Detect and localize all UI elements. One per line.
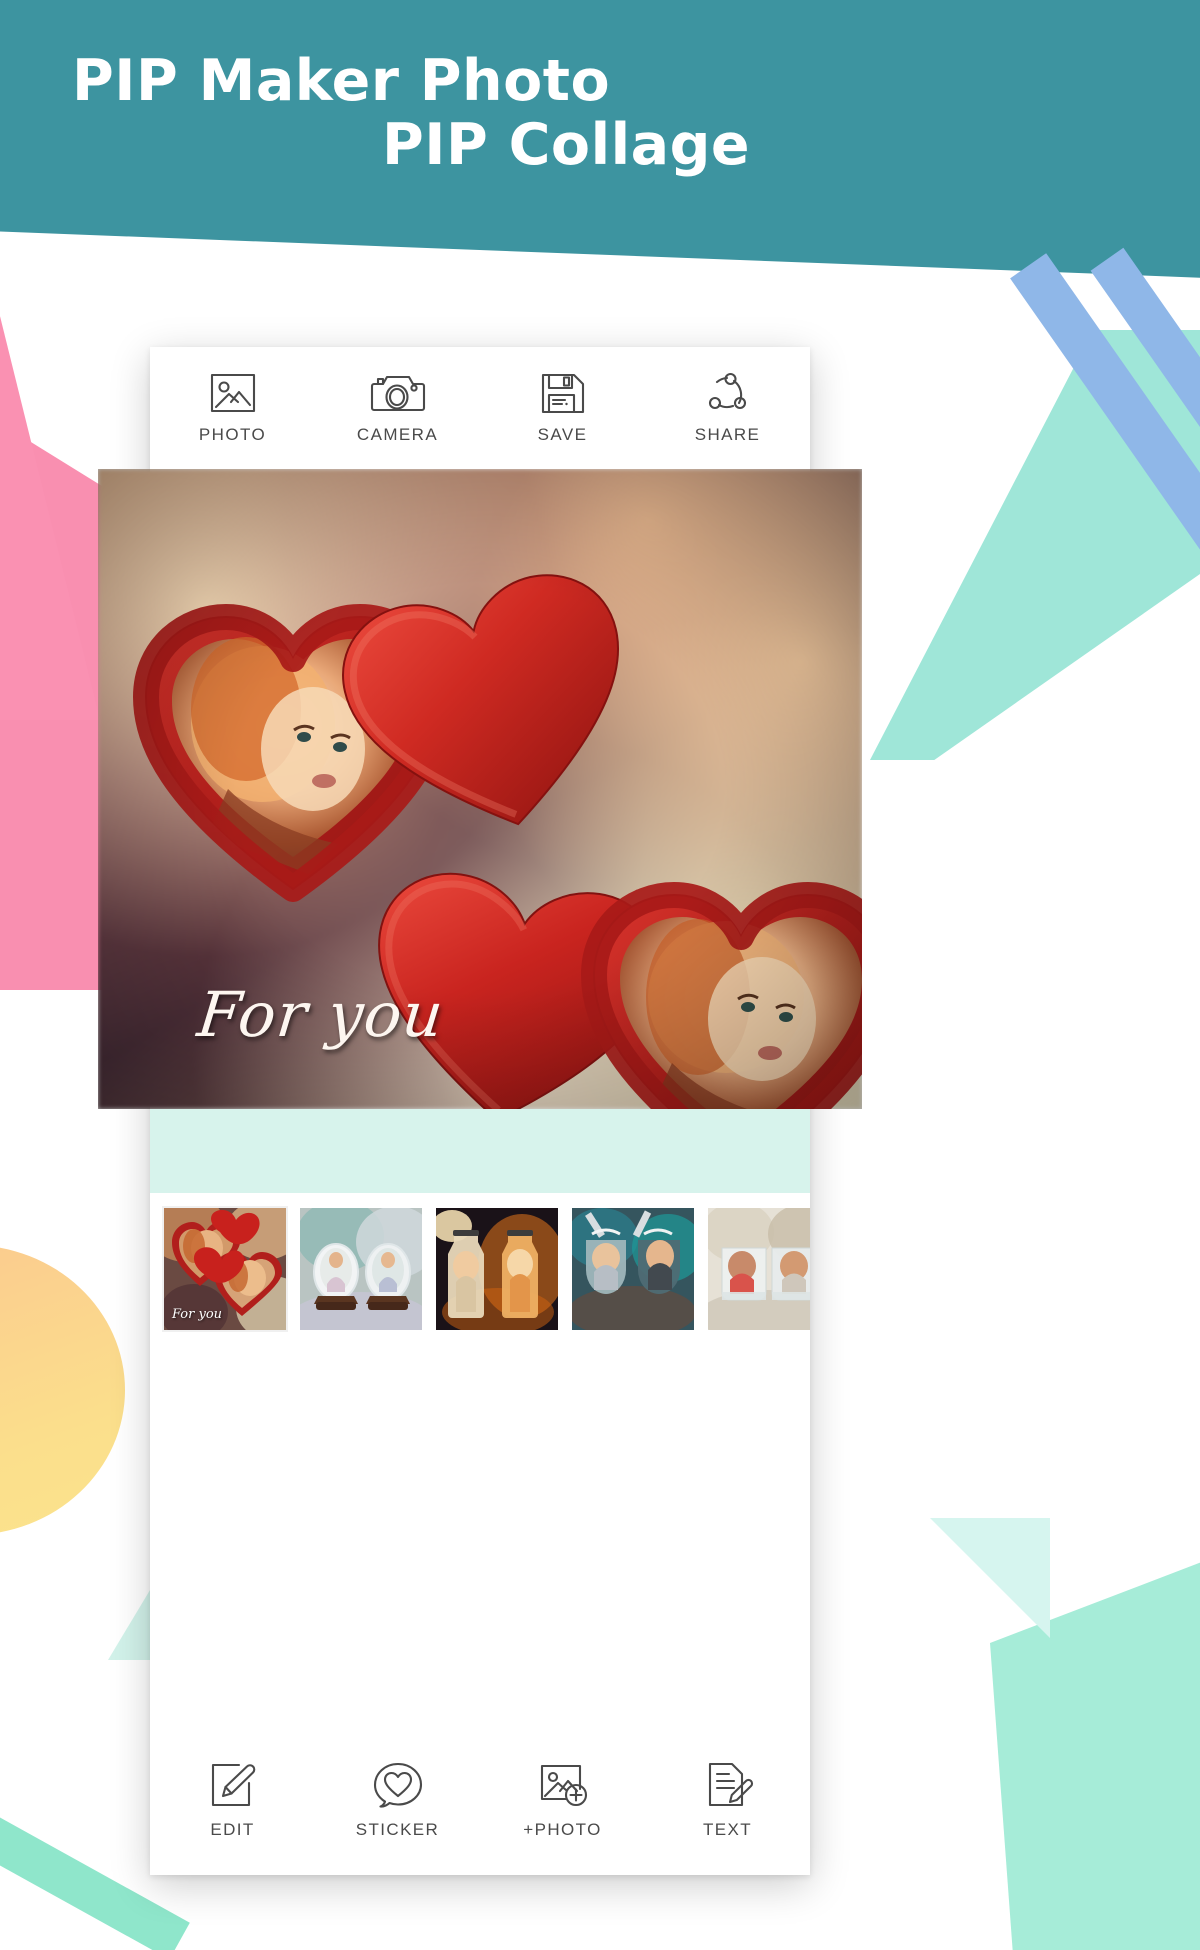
- thumbnail-caption: For you: [172, 1307, 223, 1322]
- image-plus-icon: [536, 1761, 590, 1809]
- document-pencil-icon: [702, 1761, 754, 1809]
- share-button-label: SHARE: [694, 424, 761, 444]
- share-nodes-icon: [703, 372, 753, 416]
- photo-button-label: PHOTO: [198, 424, 267, 444]
- canvas-caption-text: For you: [194, 978, 448, 1051]
- add-photo-button-label: +PHOTO: [523, 1819, 602, 1839]
- canvas-bottom-strip: [150, 1109, 810, 1193]
- top-toolbar: PHOTO CAMERA SAVE SHARE: [150, 347, 810, 469]
- mint-sliver-right: [930, 1518, 1050, 1638]
- pencil-edit-icon: [206, 1761, 260, 1809]
- text-button-label: TEXT: [702, 1819, 753, 1839]
- mint-block-bottom-right: [990, 1555, 1200, 1950]
- yellow-circle-shape: [0, 1245, 125, 1535]
- share-button[interactable]: SHARE: [645, 347, 810, 469]
- save-button[interactable]: SAVE: [480, 347, 645, 469]
- image-icon: [207, 372, 259, 416]
- save-button-label: SAVE: [537, 424, 588, 444]
- thumbnail-milk-bottle-frame[interactable]: [436, 1208, 558, 1330]
- text-button[interactable]: TEXT: [645, 1725, 810, 1875]
- header-teal-band: [0, 0, 1200, 280]
- thumbnail-heart-box-frame[interactable]: For you: [162, 1206, 288, 1332]
- floppy-disk-icon: [538, 372, 588, 416]
- photo-button[interactable]: PHOTO: [150, 347, 315, 469]
- camera-icon: [370, 372, 426, 416]
- frame-thumbnail-strip[interactable]: For you: [150, 1193, 810, 1345]
- thumbnail-wine-glass-frame[interactable]: [572, 1208, 694, 1330]
- sticker-button-label: STICKER: [355, 1819, 440, 1839]
- camera-button-label: CAMERA: [356, 424, 439, 444]
- bottom-toolbar: EDIT STICKER +PHOTO TEXT: [150, 1725, 810, 1875]
- edit-button[interactable]: EDIT: [150, 1725, 315, 1875]
- camera-button[interactable]: CAMERA: [315, 347, 480, 469]
- thumbnail-tumbler-glass-frame[interactable]: [708, 1208, 810, 1330]
- app-screen-card: PHOTO CAMERA SAVE SHARE For you For you …: [98, 347, 862, 1875]
- sticker-button[interactable]: STICKER: [315, 1725, 480, 1875]
- thumbnail-snow-globe-frame[interactable]: [300, 1208, 422, 1330]
- photo-canvas[interactable]: For you: [98, 469, 862, 1109]
- add-photo-button[interactable]: +PHOTO: [480, 1725, 645, 1875]
- app-store-promo-screenshot: PIP Maker Photo PIP Collage PHOTO CAMERA…: [0, 0, 1200, 1950]
- edit-button-label: EDIT: [210, 1819, 255, 1839]
- heart-speech-bubble-icon: [372, 1761, 424, 1809]
